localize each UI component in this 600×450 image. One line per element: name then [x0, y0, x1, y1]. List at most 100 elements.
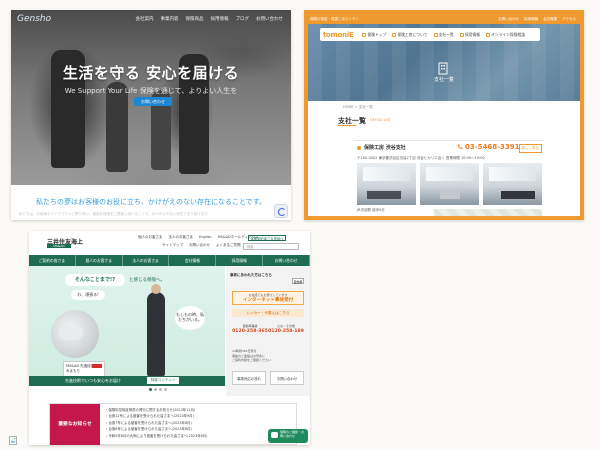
office-photo — [420, 163, 479, 205]
top-bar-link[interactable]: 会社概要 — [543, 17, 557, 22]
tow-service-button[interactable]: レッカー・代替えはこちら — [232, 309, 304, 317]
top-bar-link[interactable]: アクセス — [562, 17, 576, 22]
office-detail-button[interactable]: 詳しく見る — [518, 144, 542, 153]
notice-link[interactable]: 令和5年6月の大雨により被害を受けられた皆さまへ(2023年6月) — [106, 433, 292, 439]
nav-item[interactable]: 採用情報 — [211, 16, 229, 22]
office-phone[interactable]: 03-5468-3391 — [465, 143, 520, 151]
phone-icon — [457, 144, 463, 150]
speech-bubble: もしもの時、私たちがいる。 — [175, 306, 205, 330]
phone-number[interactable]: 0120-258-365 — [232, 329, 268, 334]
tagline-body: 私たちは、お客様のライフプランに寄り添い、最適な保険をご提案し続けることで、かけ… — [19, 212, 211, 216]
top-bar-link[interactable]: 採用情報 — [524, 17, 538, 22]
recaptcha-icon[interactable] — [274, 204, 288, 218]
brand-logo[interactable]: tomoniE — [320, 31, 359, 39]
menu-item[interactable]: 保険トップ — [359, 32, 389, 38]
speech-bubble: わ、頑張る! — [71, 290, 105, 300]
visual-footer-bar: 先進技術でいつも安心をお届け 特設コンテンツ — [29, 376, 225, 386]
inquiry-button[interactable]: お問い合わせ — [270, 371, 304, 385]
carousel-dot[interactable] — [154, 388, 157, 391]
sidebar-note: ご契約内容をご確認ください — [232, 358, 272, 362]
top-bar: 保険の相談・見直しならトモニ お問い合わせ 採用情報 会社概要 アクセス — [308, 15, 580, 24]
office-list-page: 保険の相談・見直しならトモニ お問い合わせ 採用情報 会社概要 アクセス tom… — [308, 15, 580, 216]
office-photo — [483, 163, 542, 205]
carousel-dot[interactable] — [149, 388, 152, 391]
nav-item[interactable]: ブログ — [236, 16, 250, 22]
page-title-en: OFFICE LIST — [370, 118, 391, 122]
product-illustration — [59, 326, 83, 340]
utility-link[interactable]: 個人のお客さま — [138, 235, 163, 240]
utility-links: 個人のお客さま 法人のお客さま English MS&ADホールディングス — [138, 235, 258, 240]
gnav-item[interactable]: 法人のお客さま — [123, 255, 170, 266]
gnav-item[interactable]: 採用情報 — [216, 255, 264, 266]
utility-links-secondary: サイトマップ お問い合わせ よくあるご質問 — [162, 243, 241, 248]
menu-item[interactable]: オンライン保険相談 — [483, 32, 528, 38]
gnav-item[interactable]: お問い合わせ — [263, 255, 310, 266]
notice-list: 保険料控除証明書の発行に関するお知らせ(2023年11月) 台風12号による被害… — [106, 407, 292, 439]
top-bar-link[interactable]: お問い合わせ — [498, 17, 519, 22]
group-logo: MS&AD — [47, 244, 71, 248]
office-name: 保険工房 渋谷支社 — [364, 145, 406, 151]
chat-widget-button[interactable]: 保険のご相談・お問い合わせ — [268, 429, 308, 443]
gnav-item[interactable]: 会社情報 — [169, 255, 217, 266]
notices-label: 重要なお知らせ — [50, 404, 100, 445]
bullet-icon — [357, 146, 361, 150]
main-visual[interactable]: そんなことまで!? と感じる保険へ。 わ、頑張る! もしもの時、私たちがいる。 … — [29, 266, 225, 386]
broken-image-icon — [9, 436, 17, 445]
policyholder-login-button[interactable]: 保険契約者さま専用ページ — [248, 235, 286, 247]
breadcrumb[interactable]: HOME > 支社一覧 — [343, 105, 373, 110]
office-address: 〒150-0002 東京都渋谷区渋谷2丁目 渋谷ヒカリエ近く 営業時間 10:0… — [357, 156, 485, 160]
utility-link[interactable]: English — [199, 235, 212, 240]
office-photo — [357, 163, 416, 205]
top-bar-text: 保険の相談・見直しならトモニ — [310, 17, 359, 21]
nav-item[interactable]: 事業内容 — [161, 16, 179, 22]
utility-link[interactable]: よくあるご質問 — [216, 243, 241, 248]
phone-block: 自動車事故 0120-258-365 — [232, 324, 268, 334]
office-map[interactable] — [434, 209, 542, 216]
phone-numbers: 自動車事故 0120-258-365 火災・その他 0120-258-189 — [232, 324, 304, 344]
hero-caption: 支社一覧 — [433, 77, 454, 83]
hero-site-screenshot: Gensho 会社案内 事業内容 保険商品 採用情報 ブログ お問い合わせ 生活… — [11, 10, 291, 220]
menu-icon — [433, 32, 438, 37]
gnav-item[interactable]: 個人のお客さま — [76, 255, 123, 266]
internet-accident-button[interactable]: お電話でもお受けしています インターネット事故受付 — [232, 291, 304, 305]
global-nav: 会社案内 事業内容 保険商品 採用情報 ブログ お問い合わせ — [136, 16, 284, 22]
nav-item[interactable]: 保険商品 — [186, 16, 204, 22]
menu-item[interactable]: 採用情報 — [457, 32, 483, 38]
menu-item[interactable]: 支社一覧 — [431, 32, 457, 38]
accident-type-select[interactable]: 自動車 — [292, 278, 304, 284]
utility-link[interactable]: サイトマップ — [162, 243, 183, 248]
gnav-item[interactable]: ご契約の皆さま — [29, 255, 76, 266]
nav-item[interactable]: お問い合わせ — [256, 16, 283, 22]
headline-suffix: と感じる保険へ。 — [129, 278, 165, 283]
title-underline — [338, 125, 356, 126]
office-card: 保険工房 渋谷支社 03-5468-3391 詳しく見る 〒150-0002 東… — [354, 140, 544, 216]
office-list-screenshot: 保険の相談・見直しならトモニ お問い合わせ 採用情報 会社概要 アクセス tom… — [304, 10, 584, 220]
menu-item[interactable]: 保険工房について — [389, 32, 430, 38]
utility-link[interactable]: 法人のお客さま — [169, 235, 194, 240]
carousel-dot[interactable] — [159, 388, 162, 391]
hero-subtitle: We Support Your Life 保険を通じて、よりよい人生を — [64, 87, 238, 95]
global-nav: ご契約の皆さま 個人のお客さま 法人のお客さま 会社情報 採用情報 お問い合わせ — [29, 255, 310, 266]
sidebar-notes: 24時間365日受付 事故のご連絡はお早めに ご契約内容をご確認ください — [232, 349, 304, 363]
carousel-dot[interactable] — [164, 388, 167, 391]
insurance-site-screenshot: 三井住友海上 MS&AD 個人のお客さま 法人のお客さま English MS&… — [29, 231, 310, 445]
site-logo[interactable]: Gensho — [17, 14, 51, 24]
search-input[interactable]: 検索 — [243, 243, 299, 250]
accident-sidebar: 事故にあわれた方はこちら 自動車 お電話でもお受けしています インターネット事故… — [226, 266, 310, 396]
phone-block: 火災・その他 0120-258-189 — [268, 324, 304, 334]
tagline-section: 私たちの夢はお客様のお役に立ち、かけがえのない存在になることです。 私たちは、お… — [11, 185, 291, 220]
utility-link[interactable]: お問い合わせ — [189, 243, 210, 248]
button-label: インターネット事故受付 — [242, 298, 294, 303]
menu-icon — [392, 32, 397, 37]
menu-icon — [485, 32, 490, 37]
hero-contact-button[interactable]: お問い合わせ — [134, 97, 172, 106]
special-content-button[interactable]: 特設コンテンツ — [147, 377, 179, 384]
phone-number[interactable]: 0120-258-189 — [268, 329, 304, 334]
presenter-figure — [147, 284, 165, 376]
tagline: 私たちの夢はお客様のお役に立ち、かけがえのない存在になることです。 — [35, 198, 267, 206]
ad-card-logo — [92, 364, 102, 368]
nav-item[interactable]: 会社案内 — [136, 16, 154, 22]
office-access: JR渋谷駅 徒歩5分 — [357, 208, 385, 212]
menu-icon — [459, 32, 464, 37]
accident-flow-button[interactable]: 事故対応の流れ — [232, 371, 266, 385]
